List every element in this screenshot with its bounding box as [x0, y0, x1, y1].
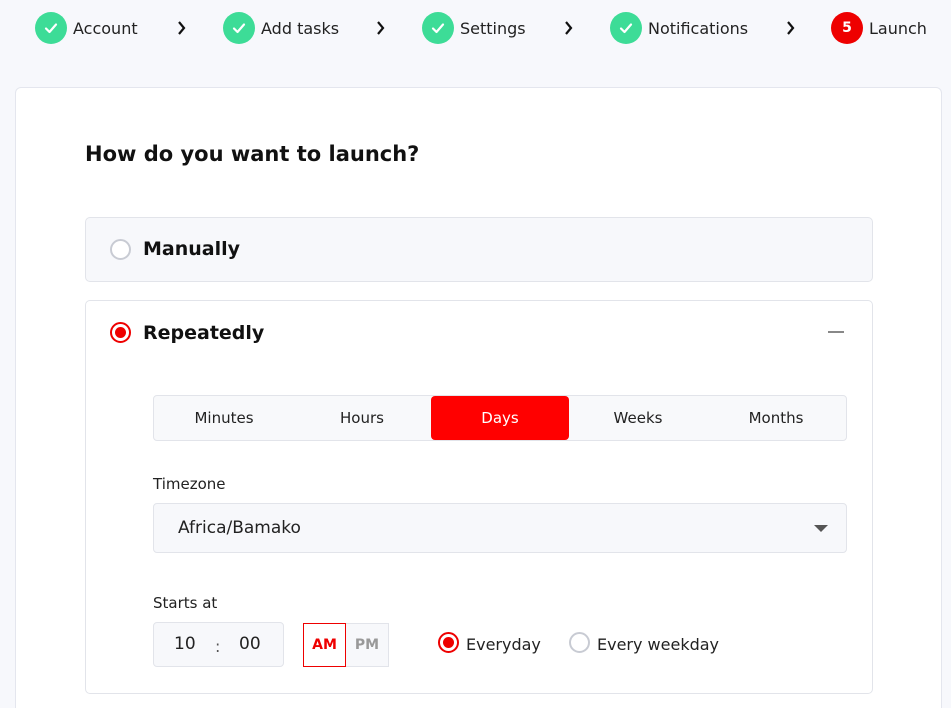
everyday-radio[interactable] — [438, 632, 459, 653]
hour-input[interactable]: 10 — [174, 634, 196, 654]
starts-at-label: Starts at — [153, 594, 218, 612]
check-icon — [223, 12, 255, 44]
timezone-value: Africa/Bamako — [178, 518, 301, 538]
option-label: Repeatedly — [143, 322, 265, 344]
interval-weeks[interactable]: Weeks — [569, 396, 707, 440]
step-settings[interactable]: Settings — [422, 12, 526, 44]
step-notifications[interactable]: Notifications — [610, 12, 748, 44]
step-number-badge: 5 — [831, 12, 863, 44]
time-separator: : — [215, 637, 221, 656]
step-label: Launch — [869, 18, 927, 38]
collapse-icon[interactable] — [828, 331, 844, 333]
chevron-right-icon — [178, 21, 186, 35]
interval-hours[interactable]: Hours — [293, 396, 431, 440]
every-weekday-radio[interactable] — [569, 632, 590, 653]
interval-minutes[interactable]: Minutes — [155, 396, 293, 440]
am-toggle[interactable]: AM — [303, 623, 346, 667]
every-weekday-label: Every weekday — [597, 635, 720, 654]
option-label: Manually — [143, 238, 241, 260]
launch-stepper: Account Add tasks Settings Notifications… — [0, 0, 951, 58]
timezone-select[interactable]: Africa/Bamako — [153, 503, 847, 553]
check-icon — [35, 12, 67, 44]
step-account[interactable]: Account — [35, 12, 138, 44]
pm-toggle[interactable]: PM — [346, 623, 389, 667]
caret-down-icon — [814, 525, 828, 532]
everyday-label: Everyday — [466, 635, 541, 654]
check-icon — [610, 12, 642, 44]
interval-days[interactable]: Days — [431, 396, 569, 440]
timezone-label: Timezone — [153, 475, 226, 493]
step-label: Add tasks — [261, 18, 340, 38]
step-label: Account — [73, 18, 138, 38]
chevron-right-icon — [377, 21, 385, 35]
step-add-tasks[interactable]: Add tasks — [223, 12, 339, 44]
manually-radio[interactable] — [110, 239, 131, 260]
page-title: How do you want to launch? — [85, 142, 420, 166]
interval-selector: Minutes Hours Days Weeks Months — [153, 395, 847, 441]
interval-months[interactable]: Months — [707, 396, 845, 440]
chevron-right-icon — [565, 21, 573, 35]
check-icon — [422, 12, 454, 44]
chevron-right-icon — [787, 21, 795, 35]
time-input[interactable]: 10 : 00 — [153, 622, 284, 667]
minute-input[interactable]: 00 — [239, 634, 261, 654]
step-label: Settings — [460, 18, 526, 38]
step-launch[interactable]: 5 Launch — [831, 12, 927, 44]
step-label: Notifications — [648, 18, 749, 38]
repeatedly-radio[interactable] — [110, 322, 131, 343]
